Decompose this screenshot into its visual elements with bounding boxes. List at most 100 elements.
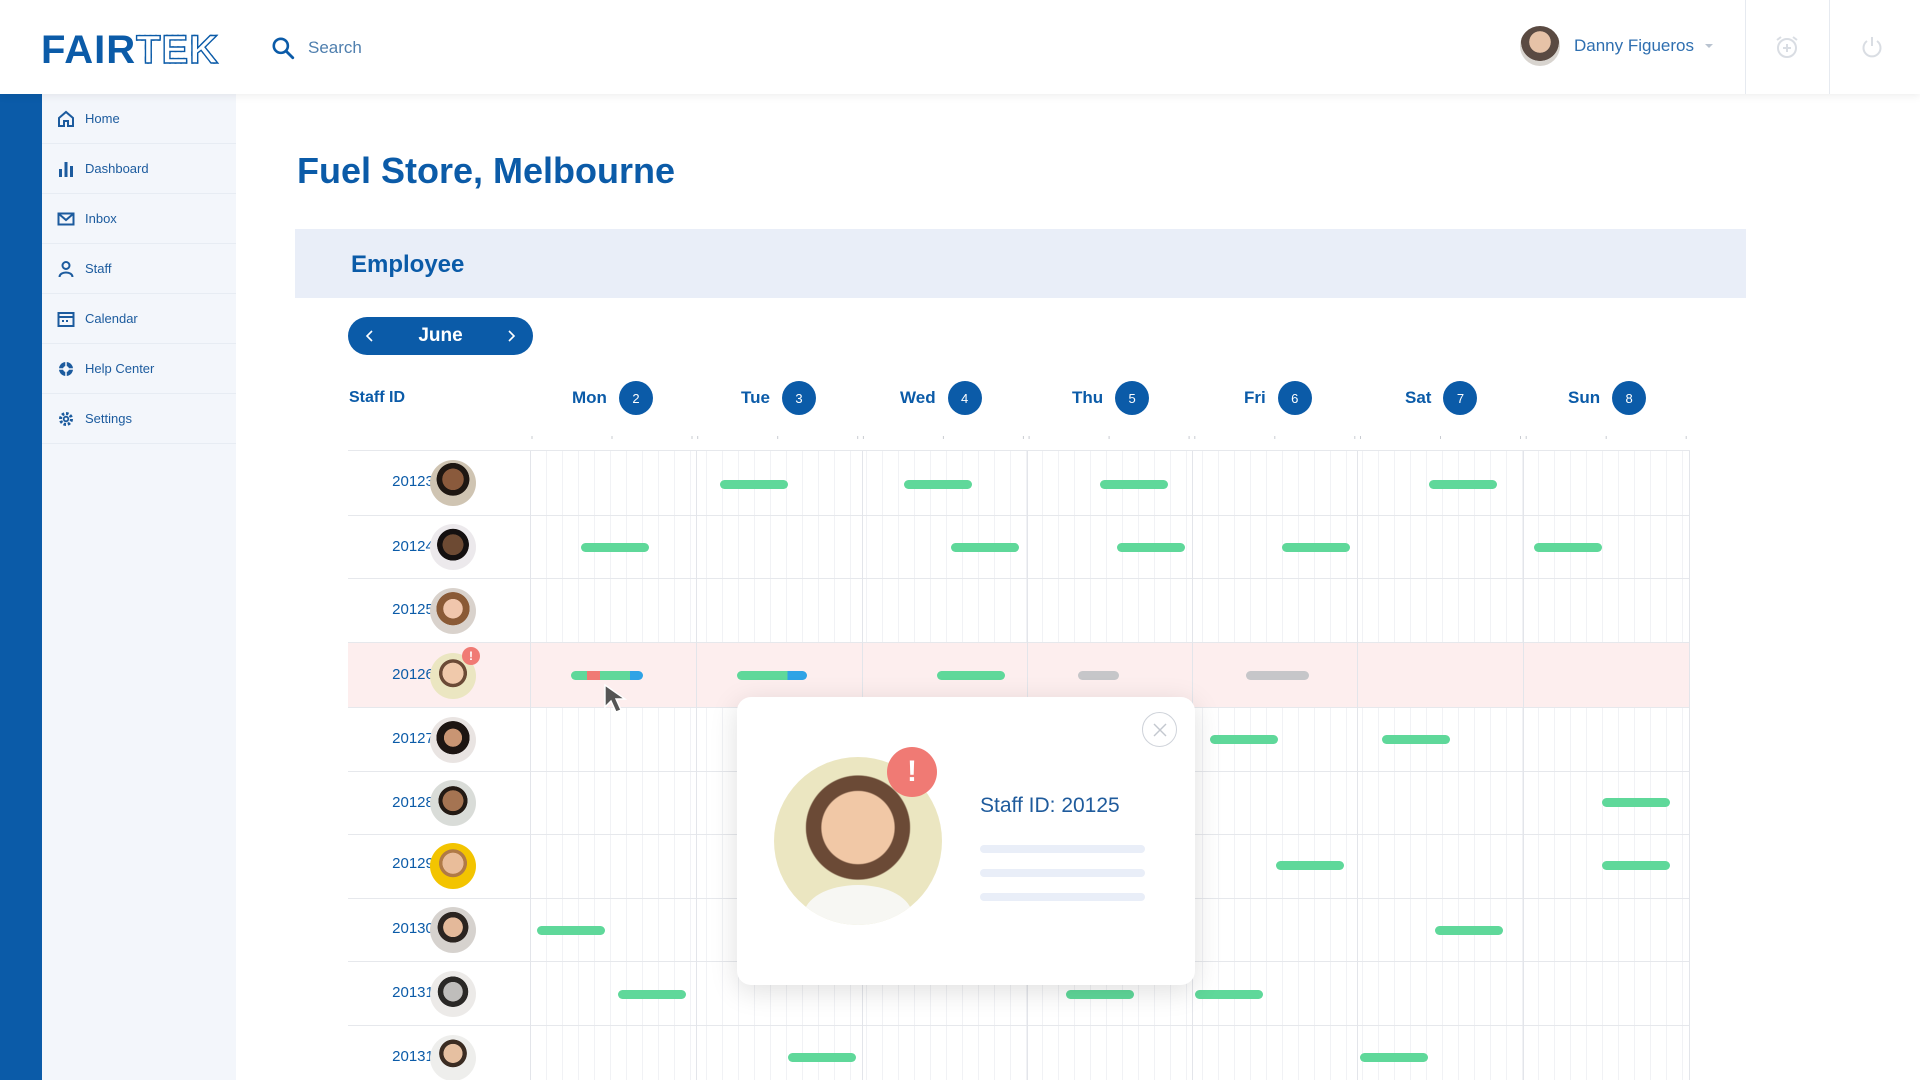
staff-id-column-header: Staff ID — [349, 389, 405, 406]
staff-avatar[interactable] — [430, 524, 476, 570]
day-name: Wed — [900, 388, 936, 407]
shift-bar[interactable] — [1534, 543, 1602, 552]
next-month-button[interactable] — [503, 328, 519, 344]
staff-avatar[interactable] — [430, 843, 476, 889]
shift-bar-inactive[interactable] — [1078, 671, 1119, 680]
staff-avatar[interactable] — [430, 460, 476, 506]
staff-avatar[interactable] — [430, 907, 476, 953]
shift-bar[interactable] — [537, 926, 605, 935]
day-header-sat[interactable]: Sat 7 — [1405, 381, 1478, 415]
day-divider — [1357, 451, 1358, 1080]
shift-bar[interactable] — [1276, 861, 1344, 870]
sidebar-item-inbox[interactable]: Inbox — [42, 194, 236, 244]
sidebar-item-label: Calendar — [85, 311, 138, 326]
shift-bar[interactable] — [581, 543, 649, 552]
prev-month-button[interactable] — [362, 328, 378, 344]
day-divider — [1523, 451, 1524, 1080]
shift-bar[interactable] — [1066, 990, 1134, 999]
shift-bar-inactive[interactable] — [1246, 671, 1309, 680]
staff-avatar[interactable] — [430, 1035, 476, 1080]
day-name: Fri — [1244, 388, 1266, 407]
alarm-add-button[interactable] — [1770, 30, 1804, 64]
day-header-mon[interactable]: Mon 2 — [572, 381, 653, 415]
day-header-fri[interactable]: Fri 6 — [1244, 381, 1312, 415]
shift-bar[interactable] — [720, 480, 788, 489]
day-header-sun[interactable]: Sun 8 — [1568, 381, 1647, 415]
staff-photo-shirt — [804, 885, 912, 925]
sidebar-item-home[interactable]: Home — [42, 94, 236, 144]
shift-bar[interactable] — [618, 990, 686, 999]
shift-bar[interactable] — [1602, 798, 1670, 807]
hour-tick-marks — [531, 436, 1687, 439]
sidebar-item-help-center[interactable]: Help Center — [42, 344, 236, 394]
logo-fair: FAIR — [41, 28, 137, 72]
user-menu[interactable]: Danny Figueros — [1520, 26, 1714, 66]
staff-row[interactable]: 20124 — [348, 516, 1690, 579]
staff-avatar[interactable] — [430, 971, 476, 1017]
shift-bar[interactable] — [1210, 735, 1278, 744]
sidebar-item-label: Help Center — [85, 361, 155, 376]
search-box[interactable]: Search — [270, 32, 570, 64]
close-icon — [1153, 723, 1166, 736]
day-number-badge: 4 — [947, 381, 982, 415]
sidebar-item-calendar[interactable]: Calendar — [42, 294, 236, 344]
day-number-badge: 8 — [1612, 381, 1647, 415]
day-divider — [1689, 451, 1690, 1080]
shift-bar[interactable] — [1382, 735, 1450, 744]
staff-avatar[interactable] — [430, 717, 476, 763]
shift-bar[interactable] — [1195, 990, 1263, 999]
placeholder-line — [980, 845, 1145, 853]
alarm-add-icon — [1776, 36, 1798, 58]
day-number-badge: 6 — [1277, 381, 1312, 415]
shift-bar[interactable] — [1435, 926, 1503, 935]
placeholder-line — [980, 869, 1145, 877]
month-selector[interactable]: June — [348, 317, 533, 355]
shift-bar[interactable] — [737, 671, 807, 680]
sidebar-item-settings[interactable]: Settings — [42, 394, 236, 444]
day-header-thu[interactable]: Thu 5 — [1072, 381, 1150, 415]
shift-bar[interactable] — [1117, 543, 1185, 552]
fairtek-logo[interactable]: FAIRTEK — [41, 27, 219, 73]
user-name: Danny Figueros — [1574, 36, 1695, 55]
shift-bar[interactable] — [1360, 1053, 1428, 1062]
shift-bar[interactable] — [1429, 480, 1497, 489]
staff-row[interactable]: 20131 — [348, 1026, 1690, 1080]
sidebar-item-label: Dashboard — [85, 161, 149, 176]
gear-icon — [59, 411, 73, 426]
staff-row[interactable]: 20125 — [348, 579, 1690, 643]
day-number-badge: 3 — [781, 381, 816, 415]
user-avatar — [1520, 26, 1560, 66]
day-header-wed[interactable]: Wed 4 — [900, 381, 982, 415]
shift-bar-conflict[interactable] — [571, 671, 643, 680]
shift-bar[interactable] — [788, 1053, 856, 1062]
sidebar-item-dashboard[interactable]: Dashboard — [42, 144, 236, 194]
shift-bar[interactable] — [1282, 543, 1350, 552]
close-popup-button[interactable] — [1142, 712, 1177, 747]
chevron-right-icon — [508, 330, 516, 342]
day-number-badge: 5 — [1115, 381, 1150, 415]
alert-badge-large: ! — [887, 747, 937, 797]
month-label: June — [418, 325, 463, 346]
power-button[interactable] — [1855, 30, 1889, 64]
sidebar-item-staff[interactable]: Staff — [42, 244, 236, 294]
staff-avatar[interactable] — [430, 780, 476, 826]
topbar-divider — [1829, 0, 1830, 94]
day-name: Sun — [1568, 388, 1601, 407]
staff-avatar[interactable] — [430, 588, 476, 634]
sidebar-item-label: Inbox — [85, 211, 117, 226]
day-header-tue[interactable]: Tue 3 — [741, 381, 816, 415]
page-title: Fuel Store, Melbourne — [297, 150, 676, 191]
shift-bar[interactable] — [1100, 480, 1168, 489]
shift-bar[interactable] — [951, 543, 1019, 552]
shift-bar[interactable] — [1602, 861, 1670, 870]
bar-chart-icon — [59, 161, 73, 177]
day-name: Sat — [1405, 388, 1432, 407]
day-divider — [696, 451, 697, 1080]
day-number-badge: 7 — [1443, 381, 1478, 415]
day-divider — [530, 451, 531, 1080]
shift-bar[interactable] — [937, 671, 1005, 680]
power-icon — [1862, 37, 1882, 58]
sidebar-item-label: Home — [85, 111, 120, 126]
shift-bar[interactable] — [904, 480, 972, 489]
chevron-down-icon — [1705, 44, 1714, 48]
